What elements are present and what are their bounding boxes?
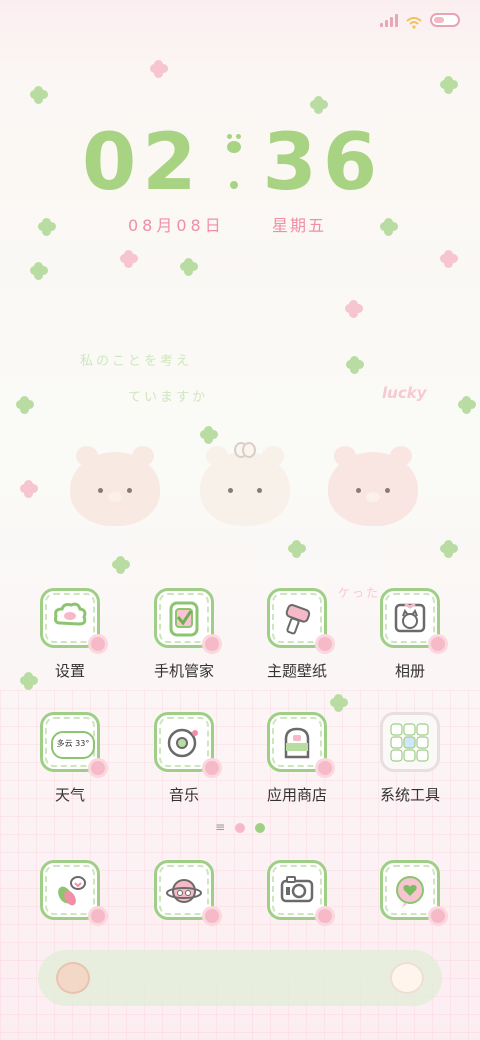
system-tools-folder-icon (380, 712, 440, 772)
battery-icon (430, 13, 460, 27)
dock-app-phone[interactable] (20, 860, 120, 923)
app-theme-wallpaper[interactable]: 主题壁纸 (247, 588, 347, 681)
phone-beans-icon (40, 860, 105, 923)
app-label: 应用商店 (266, 786, 327, 804)
app-album[interactable]: 相册 (360, 588, 460, 681)
music-record-icon (154, 712, 219, 775)
app-label: 相册 (394, 662, 425, 680)
pager-flower-icon (235, 822, 246, 833)
pager-menu-icon: ≡ (215, 820, 226, 834)
app-label: 音乐 (168, 786, 199, 804)
weekday-text: 星期五 (272, 216, 327, 235)
wallpaper-text-line2: ていますか (128, 390, 209, 405)
pager-clover-icon (254, 822, 265, 833)
wallpaper-text-line1: 私のことを考え (80, 354, 193, 369)
bunny-face-illustration (200, 442, 290, 526)
date-text: 08月08日 (128, 216, 225, 235)
app-store[interactable]: 应用商店 (247, 712, 347, 805)
signal-icon (380, 13, 398, 27)
wifi-icon (406, 14, 422, 29)
weather-cloud-icon: 多云 33° (40, 712, 105, 775)
app-store-bag-icon (267, 712, 332, 775)
app-label: 天气 (54, 786, 85, 804)
clock-separator-paw-icon (203, 123, 263, 203)
clock-minute: 36 (262, 118, 384, 208)
settings-cloud-icon (40, 588, 105, 651)
dock-bar[interactable] (38, 950, 442, 1006)
app-weather[interactable]: 多云 33° 天气 (20, 712, 120, 805)
app-label: 主题壁纸 (266, 662, 327, 680)
wallpaper-text-lucky: lucky (382, 384, 427, 402)
camera-icon (267, 860, 332, 923)
dock-app-browser[interactable] (134, 860, 234, 923)
phone-manager-check-icon (154, 588, 219, 651)
app-music[interactable]: 音乐 (134, 712, 234, 805)
app-system-tools[interactable]: 系统工具 (360, 712, 460, 805)
app-phone-manager[interactable]: 手机管家 (134, 588, 234, 681)
bear-dock-icon[interactable] (56, 962, 90, 994)
robot-face-illustration (328, 446, 418, 526)
app-label: 设置 (54, 662, 85, 680)
clock-hour: 02 (82, 118, 203, 208)
app-label: 手机管家 (153, 662, 214, 680)
bunny-dock-icon[interactable] (390, 962, 424, 994)
dock-app-messages[interactable] (360, 860, 460, 923)
app-label: 系统工具 (379, 786, 440, 804)
clock-widget[interactable]: 02 36 (82, 118, 402, 208)
dock-app-camera[interactable] (247, 860, 347, 923)
message-heart-icon (380, 860, 445, 923)
bear-face-illustration (70, 446, 160, 526)
page-indicator[interactable]: ≡ (0, 820, 480, 834)
browser-planet-icon (154, 860, 219, 923)
status-bar (380, 10, 460, 30)
theme-brush-icon (267, 588, 332, 651)
app-settings[interactable]: 设置 (20, 588, 120, 681)
weather-badge: 多云 33° (51, 731, 95, 759)
album-cat-frame-icon (380, 588, 445, 651)
